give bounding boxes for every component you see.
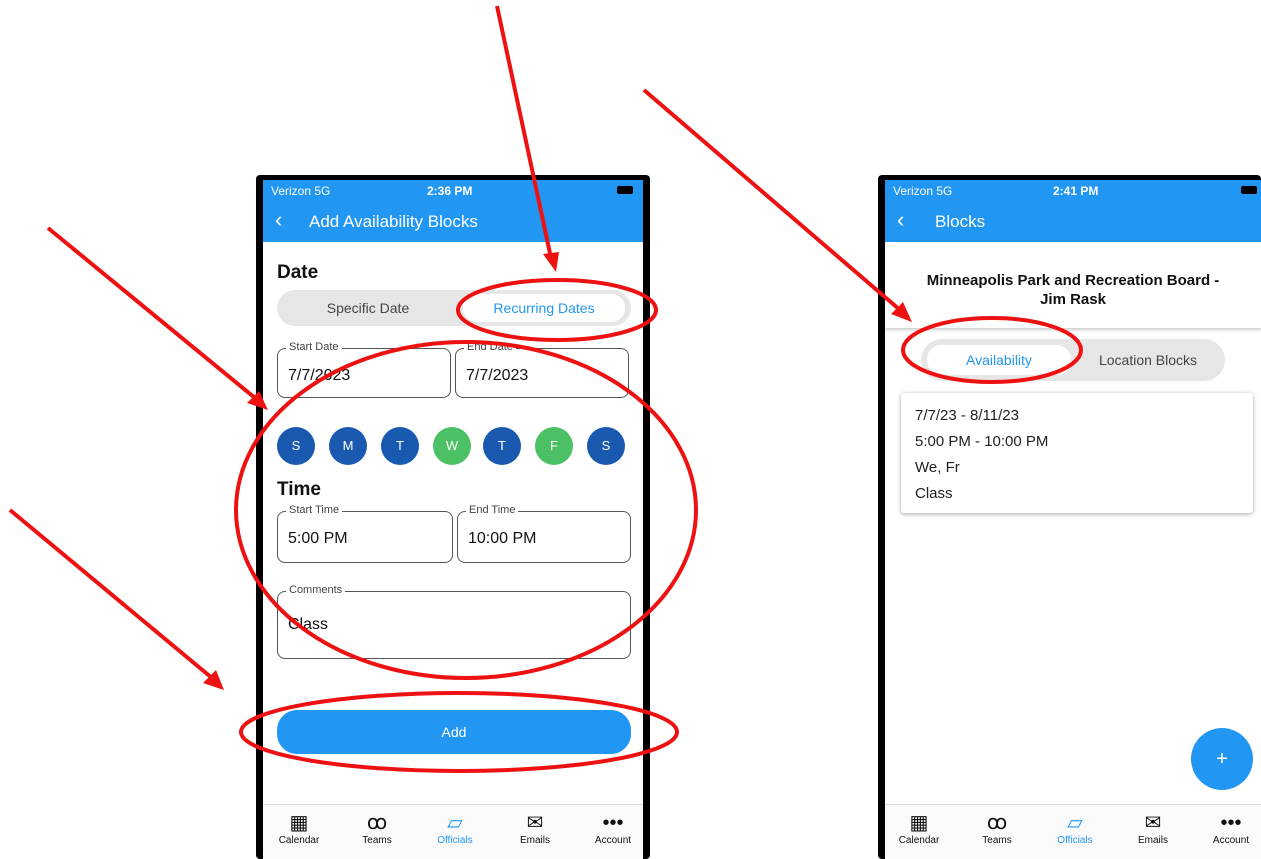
time-heading: Time bbox=[277, 479, 322, 500]
weekday-toggle[interactable]: S bbox=[277, 427, 315, 465]
start-time-value: 5:00 PM bbox=[288, 530, 348, 547]
weekday-toggle[interactable]: F bbox=[535, 427, 573, 465]
block-dates: 7/7/23 - 8/11/23 bbox=[915, 407, 1019, 424]
right-phone: Verizon 5G 2:41 PM ‹ Blocks Minneapolis … bbox=[878, 175, 1261, 859]
tab-label: Officials bbox=[437, 835, 473, 846]
end-time-value: 10:00 PM bbox=[468, 530, 537, 547]
email-icon: ✉ bbox=[526, 812, 544, 834]
end-date-field[interactable]: End Date 7/7/2023 bbox=[455, 341, 629, 398]
app-bar: ‹ Blocks bbox=[885, 202, 1261, 242]
start-date-value: 7/7/2023 bbox=[288, 367, 351, 384]
tab-label: Account bbox=[1212, 835, 1250, 846]
officials-icon: ▱ bbox=[1067, 812, 1083, 834]
start-time-label: Start Time bbox=[286, 504, 343, 516]
weekday-toggle[interactable]: T bbox=[483, 427, 521, 465]
add-button-label: Add bbox=[441, 724, 467, 740]
date-heading: Date bbox=[277, 262, 319, 283]
end-time-label: End Time bbox=[466, 504, 519, 516]
tab-calendar[interactable]: ▦ Calendar bbox=[889, 811, 949, 846]
calendar-icon: ▦ bbox=[909, 812, 929, 834]
tab-teams[interactable]: ꝏ Teams bbox=[967, 811, 1027, 846]
status-bar: Verizon 5G 2:41 PM bbox=[885, 180, 1261, 202]
add-block-fab[interactable]: + bbox=[1191, 728, 1253, 790]
tab-officials[interactable]: ▱ Officials bbox=[1045, 811, 1105, 846]
annotation-arrow bbox=[8, 508, 214, 680]
tab-teams[interactable]: ꝏ Teams bbox=[347, 811, 407, 846]
tab-label: Emails bbox=[519, 835, 550, 846]
tab-officials[interactable]: ▱ Officials bbox=[425, 811, 485, 846]
tab-label: Account bbox=[594, 835, 632, 846]
comments-label: Comments bbox=[286, 584, 346, 596]
block-comment: Class bbox=[915, 485, 953, 502]
battery-icon bbox=[1241, 186, 1257, 194]
page-title: Blocks bbox=[935, 212, 986, 231]
annotation-arrowhead bbox=[203, 670, 224, 690]
start-date-field[interactable]: Start Date 7/7/2023 bbox=[277, 341, 451, 398]
comments-value: Class bbox=[288, 616, 329, 633]
tab-label: Calendar bbox=[278, 835, 320, 846]
carrier-label: Verizon 5G bbox=[271, 184, 331, 198]
teams-icon: ꝏ bbox=[366, 812, 388, 834]
plus-icon: + bbox=[1216, 748, 1228, 770]
more-icon: ••• bbox=[1220, 812, 1242, 834]
end-time-field[interactable]: End Time 10:00 PM bbox=[457, 504, 631, 563]
recurring-dates-tab[interactable]: Recurring Dates bbox=[463, 294, 625, 322]
location-blocks-tab[interactable]: Location Blocks bbox=[1077, 345, 1219, 375]
bottom-tab-bar: ▦ Calendar ꝏ Teams ▱ Officials ✉ Emails ••• Accou… bbox=[885, 804, 1261, 859]
more-icon: ••• bbox=[602, 812, 624, 834]
officials-icon: ▱ bbox=[447, 812, 463, 834]
tab-label: Emails bbox=[1137, 835, 1168, 846]
availability-block-card[interactable]: 7/7/23 - 8/11/23 5:00 PM - 10:00 PM We, … bbox=[901, 393, 1253, 513]
back-chevron-icon[interactable]: ‹ bbox=[897, 208, 904, 232]
bottom-tab-bar: ▦ Calendar ꝏ Teams ▱ Officials ✉ Emails ••• Accou… bbox=[263, 804, 643, 859]
annotation-arrow bbox=[642, 88, 902, 312]
clock: 2:36 PM bbox=[427, 184, 473, 198]
carrier-label: Verizon 5G bbox=[893, 184, 953, 198]
end-date-value: 7/7/2023 bbox=[466, 367, 529, 384]
battery-icon bbox=[617, 186, 633, 194]
weekday-toggle[interactable]: W bbox=[433, 427, 471, 465]
status-bar: Verizon 5G 2:36 PM bbox=[263, 180, 643, 202]
tab-account[interactable]: ••• Account bbox=[583, 811, 643, 846]
organization-title-line2: Jim Rask bbox=[1040, 291, 1106, 308]
email-icon: ✉ bbox=[1144, 812, 1162, 834]
teams-icon: ꝏ bbox=[986, 812, 1008, 834]
right-screen: Verizon 5G 2:41 PM ‹ Blocks Minneapolis … bbox=[885, 180, 1261, 859]
tab-emails[interactable]: ✉ Emails bbox=[1123, 811, 1183, 846]
add-button[interactable]: Add bbox=[277, 710, 631, 754]
page-title: Add Availability Blocks bbox=[309, 212, 478, 231]
weekday-toggle[interactable]: T bbox=[381, 427, 419, 465]
left-screen: Verizon 5G 2:36 PM ‹ Add Availability Bl… bbox=[263, 180, 643, 859]
block-times: 5:00 PM - 10:00 PM bbox=[915, 433, 1049, 450]
annotation-arrow bbox=[46, 226, 257, 400]
blocks-toggle: Availability Location Blocks bbox=[921, 339, 1225, 381]
back-chevron-icon[interactable]: ‹ bbox=[275, 208, 282, 232]
tab-account[interactable]: ••• Account bbox=[1201, 811, 1261, 846]
tab-calendar[interactable]: ▦ Calendar bbox=[269, 811, 329, 846]
left-phone: Verizon 5G 2:36 PM ‹ Add Availability Bl… bbox=[256, 175, 650, 859]
weekday-toggle[interactable]: S bbox=[587, 427, 625, 465]
block-days: We, Fr bbox=[915, 459, 960, 476]
tab-label: Officials bbox=[1057, 835, 1093, 846]
tab-emails[interactable]: ✉ Emails bbox=[505, 811, 565, 846]
tab-label: Teams bbox=[982, 835, 1012, 846]
organization-header: Minneapolis Park and Recreation Board - … bbox=[885, 242, 1261, 328]
organization-title-line1: Minneapolis Park and Recreation Board - bbox=[926, 272, 1220, 289]
date-mode-toggle: Specific Date Recurring Dates bbox=[277, 290, 631, 326]
start-date-label: Start Date bbox=[286, 341, 342, 353]
availability-tab[interactable]: Availability bbox=[927, 345, 1071, 375]
comments-field[interactable]: Comments Class bbox=[277, 584, 631, 659]
tab-label: Teams bbox=[362, 835, 392, 846]
specific-date-tab[interactable]: Specific Date bbox=[283, 294, 453, 322]
calendar-icon: ▦ bbox=[289, 812, 309, 834]
tab-label: Calendar bbox=[898, 835, 940, 846]
end-date-label: End Date bbox=[464, 341, 516, 353]
weekday-toggle[interactable]: M bbox=[329, 427, 367, 465]
clock: 2:41 PM bbox=[1053, 184, 1099, 198]
app-bar: ‹ Add Availability Blocks bbox=[263, 202, 643, 242]
start-time-field[interactable]: Start Time 5:00 PM bbox=[277, 504, 453, 563]
